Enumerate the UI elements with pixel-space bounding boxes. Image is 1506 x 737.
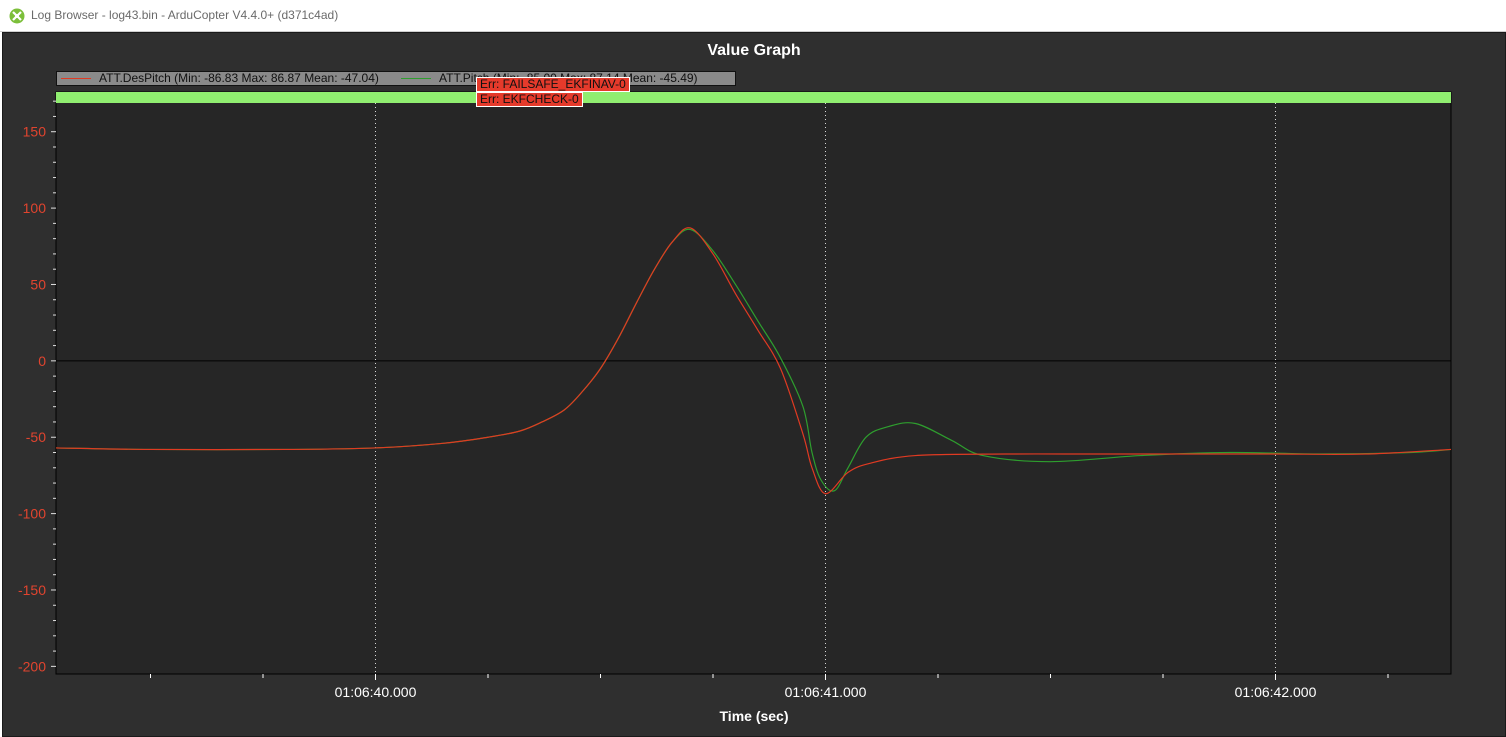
plot-area[interactable] bbox=[55, 91, 1452, 675]
value-graph-chart[interactable]: 01:06:40.000 01:06:41.000 01:06:42.000 150 1… bbox=[3, 33, 1505, 736]
legend[interactable]: ATT.DesPitch (Min: -86.83 Max: 86.87 Mea… bbox=[56, 71, 736, 86]
error-tag-failsafe-ekfinav[interactable]: Err: FAILSAFE_EKFINAV-0 bbox=[476, 77, 630, 92]
app-logo-icon bbox=[9, 8, 25, 24]
value-graph-panel[interactable]: 01:06:40.000 01:06:41.000 01:06:42.000 150 1… bbox=[2, 32, 1506, 737]
x-tick-label: 01:06:40.000 bbox=[335, 684, 417, 700]
y-tick-label: 0 bbox=[38, 353, 46, 369]
legend-swatch-despitch bbox=[61, 78, 91, 79]
x-axis-title: Time (sec) bbox=[719, 708, 789, 724]
y-tick-label: -100 bbox=[18, 506, 46, 522]
legend-label-despitch: ATT.DesPitch (Min: -86.83 Max: 86.87 Mea… bbox=[99, 71, 379, 85]
y-tick-label: -200 bbox=[18, 658, 46, 674]
x-tick-label: 01:06:42.000 bbox=[1235, 684, 1317, 700]
y-tick-label: -150 bbox=[18, 582, 46, 598]
chart-title: Value Graph bbox=[707, 42, 801, 59]
y-tick-label: 50 bbox=[30, 276, 46, 292]
y-tick-label: -50 bbox=[26, 429, 46, 445]
x-tick-label: 01:06:41.000 bbox=[785, 684, 867, 700]
y-tick-label: 100 bbox=[23, 200, 47, 216]
window-titlebar: Log Browser - log43.bin - ArduCopter V4.… bbox=[0, 0, 1506, 32]
error-tag-ekfcheck[interactable]: Err: EKFCHECK-0 bbox=[476, 92, 583, 107]
legend-swatch-pitch bbox=[401, 78, 431, 79]
window-title: Log Browser - log43.bin - ArduCopter V4.… bbox=[31, 8, 339, 22]
y-tick-label: 150 bbox=[23, 124, 47, 140]
mode-band bbox=[56, 92, 1451, 103]
